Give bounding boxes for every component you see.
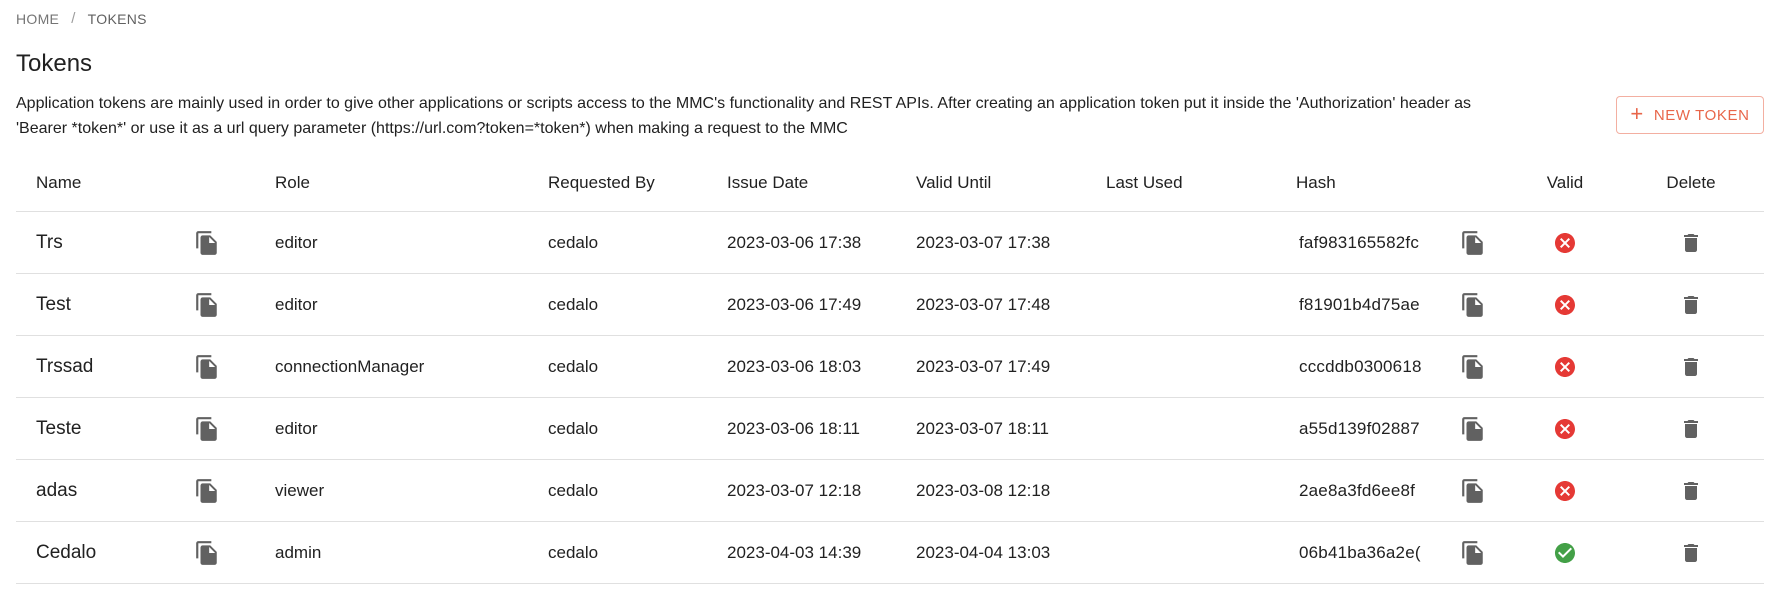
token-issue-date: 2023-03-06 17:38 <box>727 232 862 252</box>
breadcrumb-separator: / <box>71 10 76 27</box>
header-delete: Delete <box>1666 173 1716 192</box>
token-issue-date: 2023-03-07 12:18 <box>727 480 862 500</box>
header-hash[interactable]: Hash <box>1296 159 1336 207</box>
page-description: Application tokens are mainly used in or… <box>16 95 1471 137</box>
token-valid-until: 2023-04-04 13:03 <box>916 542 1051 562</box>
token-hash: cccddb0300618 <box>1299 356 1422 376</box>
valid-check-icon <box>1553 541 1577 565</box>
token-valid-until: 2023-03-07 17:48 <box>916 294 1051 314</box>
token-issue-date: 2023-03-06 18:03 <box>727 356 862 376</box>
table-row: Trs editor cedalo 2023-03-06 17:38 2023-03-0… <box>16 212 1764 274</box>
copy-name-icon[interactable] <box>194 478 220 504</box>
copy-hash-icon[interactable] <box>1460 416 1486 442</box>
token-role: editor <box>275 418 318 438</box>
header-requested-by[interactable]: Requested By <box>548 159 655 207</box>
breadcrumb-current: TOKENS <box>87 10 147 27</box>
token-valid-until: 2023-03-07 17:49 <box>916 356 1051 376</box>
token-role: editor <box>275 232 318 252</box>
copy-name-icon[interactable] <box>194 354 220 380</box>
token-role: viewer <box>275 480 325 500</box>
table-row: Test editor cedalo 2023-03-06 17:49 2023-03-… <box>16 274 1764 336</box>
token-name: Test <box>36 293 71 315</box>
copy-hash-icon[interactable] <box>1460 230 1486 256</box>
token-requested-by: cedalo <box>548 480 599 500</box>
page-title: Tokens <box>16 50 93 77</box>
table-row: Trssad connectionManager cedalo 2023-03-06 … <box>16 336 1764 398</box>
new-token-label: NEW TOKEN <box>1653 106 1750 124</box>
token-requested-by: cedalo <box>548 232 599 252</box>
invalid-cross-icon <box>1553 417 1577 441</box>
token-requested-by: cedalo <box>548 294 599 314</box>
token-issue-date: 2023-04-03 14:39 <box>727 542 862 562</box>
delete-token-icon[interactable] <box>1679 355 1703 379</box>
token-hash: faf983165582fc <box>1299 232 1420 252</box>
token-name: Trs <box>36 231 63 253</box>
token-valid-until: 2023-03-07 18:11 <box>916 418 1049 438</box>
plus-icon: + <box>1630 101 1644 126</box>
copy-hash-icon[interactable] <box>1460 478 1486 504</box>
token-hash: f81901b4d75ae <box>1299 294 1420 314</box>
copy-hash-icon[interactable] <box>1460 540 1486 566</box>
table-row: adas viewer cedalo 2023-03-07 12:18 2023-03-… <box>16 460 1764 522</box>
header-valid-until[interactable]: Valid Until <box>916 159 991 207</box>
token-hash: a55d139f02887 <box>1299 418 1420 438</box>
token-role: editor <box>275 294 318 314</box>
token-role: admin <box>275 542 322 562</box>
copy-hash-icon[interactable] <box>1460 354 1486 380</box>
copy-name-icon[interactable] <box>194 230 220 256</box>
header-issue-date[interactable]: Issue Date <box>727 159 808 207</box>
table-row: Teste editor cedalo 2023-03-06 18:11 2023-03… <box>16 398 1764 460</box>
token-valid-until: 2023-03-07 17:38 <box>916 232 1051 252</box>
header-role[interactable]: Role <box>275 159 310 207</box>
tokens-table: Name Role Requested By Issue Date Valid … <box>16 163 1764 584</box>
invalid-cross-icon <box>1553 355 1577 379</box>
token-issue-date: 2023-03-06 18:11 <box>727 418 860 438</box>
token-requested-by: cedalo <box>548 542 599 562</box>
table-row: Cedalo admin cedalo 2023-04-03 14:39 2023-04… <box>16 522 1764 584</box>
header-name[interactable]: Name <box>36 159 81 207</box>
breadcrumb-home-link[interactable]: HOME <box>16 11 59 27</box>
token-requested-by: cedalo <box>548 356 599 376</box>
token-issue-date: 2023-03-06 17:49 <box>727 294 862 314</box>
delete-token-icon[interactable] <box>1679 541 1703 565</box>
delete-token-icon[interactable] <box>1679 479 1703 503</box>
delete-token-icon[interactable] <box>1679 231 1703 255</box>
invalid-cross-icon <box>1553 479 1577 503</box>
invalid-cross-icon <box>1553 231 1577 255</box>
token-name: Teste <box>36 417 82 439</box>
copy-hash-icon[interactable] <box>1460 292 1486 318</box>
invalid-cross-icon <box>1553 293 1577 317</box>
token-role: connectionManager <box>275 356 425 376</box>
token-name: adas <box>36 479 78 501</box>
token-requested-by: cedalo <box>548 418 599 438</box>
new-token-button[interactable]: + NEW TOKEN <box>1616 96 1764 134</box>
table-body: Trs editor cedalo 2023-03-06 17:38 2023-03-0… <box>16 212 1764 584</box>
copy-name-icon[interactable] <box>194 416 220 442</box>
header-last-used[interactable]: Last Used <box>1106 159 1183 207</box>
delete-token-icon[interactable] <box>1679 293 1703 317</box>
breadcrumb: HOME / TOKENS <box>16 10 147 27</box>
copy-name-icon[interactable] <box>194 540 220 566</box>
token-hash: 2ae8a3fd6ee8f <box>1299 480 1416 500</box>
token-valid-until: 2023-03-08 12:18 <box>916 480 1051 500</box>
token-hash: 06b41ba36a2e( <box>1299 542 1421 562</box>
copy-name-icon[interactable] <box>194 292 220 318</box>
token-name: Trssad <box>36 355 94 377</box>
delete-token-icon[interactable] <box>1679 417 1703 441</box>
token-name: Cedalo <box>36 541 97 563</box>
header-valid[interactable]: Valid <box>1540 159 1590 207</box>
table-header-row: Name Role Requested By Issue Date Valid … <box>16 163 1764 212</box>
